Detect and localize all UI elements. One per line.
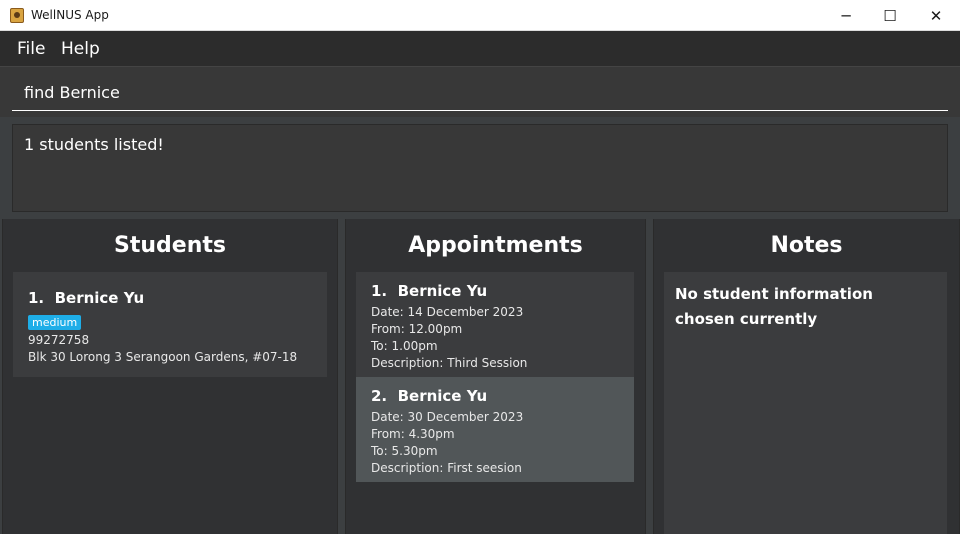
appointment-from: From: 12.00pm <box>371 322 463 336</box>
appointment-name-line: 1. Bernice Yu <box>371 282 619 300</box>
appointments-panel: Appointments 1. Bernice Yu Date: 14 Dece… <box>345 219 646 534</box>
appointment-index: 1. <box>371 282 388 300</box>
students-panel-title: Students <box>114 233 226 258</box>
students-panel: Students 1. Bernice Yu medium 99272758 B… <box>2 219 338 534</box>
appointments-panel-title: Appointments <box>408 233 583 258</box>
command-input[interactable]: find Bernice <box>12 67 948 111</box>
appointment-student-name: Bernice Yu <box>397 387 488 405</box>
notes-message: No student information chosen currently <box>664 272 947 534</box>
appointment-student-name: Bernice Yu <box>397 282 488 300</box>
appointment-card[interactable]: 1. Bernice Yu Date: 14 December 2023 Fro… <box>356 272 634 377</box>
result-display: 1 students listed! <box>12 124 948 212</box>
close-icon[interactable]: ✕ <box>913 0 959 31</box>
appointment-name-line: 2. Bernice Yu <box>371 387 619 405</box>
notes-panel-title: Notes <box>770 233 843 258</box>
app-icon <box>10 8 24 23</box>
appointment-from: From: 4.30pm <box>371 427 455 441</box>
menu-bar: File Help <box>0 31 960 67</box>
appointment-description: Description: First seesion <box>371 461 522 475</box>
appointment-index: 2. <box>371 387 388 405</box>
student-name-line: 1. Bernice Yu <box>28 289 312 307</box>
student-phone: 99272758 <box>28 333 90 347</box>
minimize-icon[interactable]: ─ <box>823 0 869 31</box>
appointment-to: To: 1.00pm <box>371 339 438 353</box>
menu-file[interactable]: File <box>17 39 45 59</box>
appointment-description: Description: Third Session <box>371 356 528 370</box>
tag-badge: medium <box>28 315 82 330</box>
maximize-icon[interactable]: ☐ <box>867 0 913 31</box>
appointment-card-selected[interactable]: 2. Bernice Yu Date: 30 December 2023 Fro… <box>356 377 634 482</box>
menu-help[interactable]: Help <box>61 39 100 59</box>
student-index: 1. <box>28 289 45 307</box>
appointment-date: Date: 30 December 2023 <box>371 410 524 424</box>
student-card[interactable]: 1. Bernice Yu medium 99272758 Blk 30 Lor… <box>13 272 327 377</box>
appointment-to: To: 5.30pm <box>371 444 438 458</box>
notes-panel: Notes No student information chosen curr… <box>653 219 960 534</box>
title-bar: WellNUS App ─ ☐ ✕ <box>0 0 960 31</box>
window-title: WellNUS App <box>31 8 109 22</box>
appointment-date: Date: 14 December 2023 <box>371 305 524 319</box>
student-address: Blk 30 Lorong 3 Serangoon Gardens, #07-1… <box>28 350 298 364</box>
student-name: Bernice Yu <box>54 289 145 307</box>
command-area: find Bernice <box>0 67 960 117</box>
